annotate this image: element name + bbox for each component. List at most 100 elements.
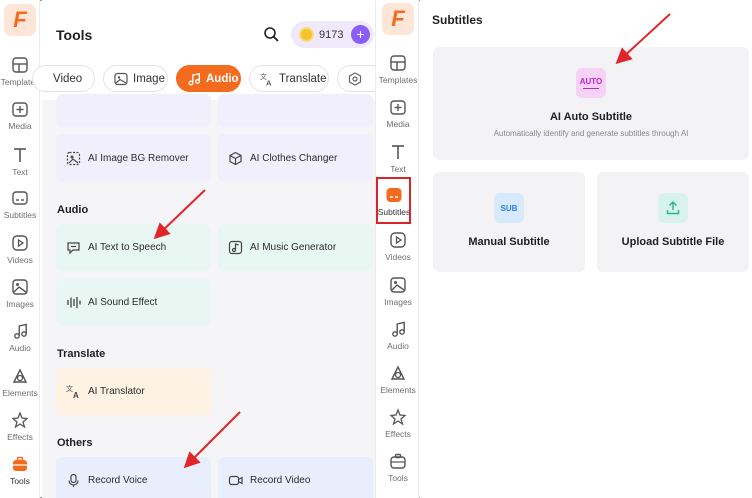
sidebar-item-label: Text xyxy=(12,167,28,177)
tab-label: Audio xyxy=(206,72,239,85)
videos-icon xyxy=(390,232,406,248)
tool-card-label: AI Text to Speech xyxy=(88,242,167,253)
subtitles-panel: Subtitles AUTO AI Auto Subtitle Automati… xyxy=(420,0,752,498)
tools-list: AI Image BG Remover AI Clothes Changer A… xyxy=(42,94,375,498)
tool-card-bg-remover[interactable]: AI Image BG Remover xyxy=(56,134,211,182)
sidebar-item-label: Templates xyxy=(378,75,418,85)
search-icon[interactable] xyxy=(263,26,279,42)
sidebar-item-audio[interactable]: Audio xyxy=(376,320,420,360)
tab-translate[interactable]: 文A Translate xyxy=(249,65,329,92)
app-logo[interactable]: F xyxy=(382,3,414,35)
tool-card-clothes-changer[interactable]: AI Clothes Changer xyxy=(218,134,373,182)
media-icon xyxy=(12,102,28,117)
tool-card-label: AI Music Generator xyxy=(250,242,337,253)
sidebar-item-elements[interactable]: Elements xyxy=(376,364,420,404)
auto-icon-text: AUTO xyxy=(579,76,603,86)
sidebar-item-label: Audio xyxy=(387,341,409,351)
sidebar-item-effects[interactable]: Effects xyxy=(0,411,40,451)
upload-icon xyxy=(658,193,688,223)
translate-icon: 文A xyxy=(66,384,79,399)
camera-icon xyxy=(228,475,243,486)
sidebar-item-label: Subtitles xyxy=(3,210,37,220)
tool-card-partial[interactable] xyxy=(56,94,211,127)
elements-icon xyxy=(12,368,28,383)
elements-icon xyxy=(390,365,406,380)
sidebar-item-label: Text xyxy=(390,164,406,174)
tools-icon xyxy=(13,456,27,471)
sidebar-item-audio[interactable]: Audio xyxy=(0,322,40,362)
upload-subtitle-card[interactable]: Upload Subtitle File xyxy=(597,172,749,272)
text-icon xyxy=(14,148,26,162)
tab-video[interactable]: Video xyxy=(32,65,95,92)
sidebar-item-label: Effects xyxy=(385,429,411,439)
tool-card-label: Record Voice xyxy=(88,475,148,486)
svg-text:A: A xyxy=(266,78,272,86)
sidebar-item-label: Media xyxy=(8,121,32,131)
auto-subtitle-icon: AUTO xyxy=(576,68,606,98)
tts-icon xyxy=(67,242,80,255)
sidebar-item-label: Effects xyxy=(7,432,33,442)
sidebar-item-subtitles[interactable]: Subtitles xyxy=(0,189,40,229)
sidebar-item-media[interactable]: Media xyxy=(0,100,40,140)
tool-card-text-to-speech[interactable]: AI Text to Speech xyxy=(56,224,211,271)
tool-card-label: AI Translator xyxy=(88,386,145,397)
sidebar-item-label: Audio xyxy=(9,343,31,353)
logo-letter: F xyxy=(13,7,27,32)
tool-card-record-video[interactable]: Record Video xyxy=(218,457,373,498)
sidebar-item-text[interactable]: Text xyxy=(0,146,40,186)
sidebar-item-effects[interactable]: Effects xyxy=(376,408,420,448)
sidebar-item-tools[interactable]: Tools xyxy=(376,452,420,492)
image-icon xyxy=(114,72,128,85)
tool-card-record-voice[interactable]: Record Voice xyxy=(56,457,211,498)
sidebar-item-images[interactable]: Images xyxy=(376,276,420,316)
sidebar-item-videos[interactable]: Videos xyxy=(376,231,420,271)
tool-card-label: AI Image BG Remover xyxy=(88,152,189,164)
text-icon xyxy=(392,145,404,159)
manual-subtitle-card[interactable]: SUB Manual Subtitle xyxy=(433,172,585,272)
translate-icon: 文A xyxy=(260,72,272,86)
subtitles-title: Subtitles xyxy=(432,13,483,27)
sidebar-item-label: Videos xyxy=(7,255,33,265)
add-credits-button[interactable]: + xyxy=(351,25,370,44)
sidebar-item-videos[interactable]: Videos xyxy=(0,234,40,274)
sidebar-item-images[interactable]: Images xyxy=(0,278,40,318)
subtitles-sidebar: F Templates Media Text Subtitles Videos … xyxy=(375,0,419,498)
credits-badge[interactable]: 9173 + xyxy=(291,21,374,48)
section-audio: Audio xyxy=(57,204,89,216)
tab-label: Video xyxy=(53,72,83,85)
svg-text:A: A xyxy=(73,391,79,399)
sidebar-item-label: Videos xyxy=(385,252,411,262)
sidebar-item-label: Images xyxy=(6,299,34,309)
media-icon xyxy=(390,100,406,115)
tab-audio[interactable]: Audio xyxy=(176,65,241,92)
templates-icon xyxy=(390,55,406,71)
sidebar-item-tools[interactable]: Tools xyxy=(0,455,40,495)
app-logo[interactable]: F xyxy=(4,4,36,36)
coin-icon xyxy=(299,27,314,42)
upload-subtitle-title: Upload Subtitle File xyxy=(621,236,725,248)
tool-card-translator[interactable]: 文A AI Translator xyxy=(56,368,211,415)
clothes-icon xyxy=(229,151,242,165)
effects-icon xyxy=(11,411,29,429)
tool-card-label: Record Video xyxy=(250,475,311,486)
videos-icon xyxy=(12,235,28,251)
section-others: Others xyxy=(57,437,93,449)
sidebar-item-label: Images xyxy=(384,297,412,307)
tool-card-label: AI Clothes Changer xyxy=(250,152,338,164)
svg-text:文: 文 xyxy=(66,384,73,393)
manual-subtitle-icon: SUB xyxy=(494,193,524,223)
tool-card-sound-effect[interactable]: AI Sound Effect xyxy=(56,279,211,326)
sidebar-item-media[interactable]: Media xyxy=(376,98,420,138)
tab-image[interactable]: Image xyxy=(103,65,168,92)
logo-letter: F xyxy=(391,6,405,31)
sidebar-item-label: Media xyxy=(386,119,410,129)
manual-icon-text: SUB xyxy=(500,203,518,213)
sidebar-item-templates[interactable]: Templates xyxy=(376,54,420,94)
ai-auto-subtitle-desc: Automatically identify and generate subt… xyxy=(493,129,689,138)
ai-auto-subtitle-card[interactable]: AUTO AI Auto Subtitle Automatically iden… xyxy=(433,47,749,160)
sidebar-item-label: Elements xyxy=(2,388,38,398)
sidebar-item-elements[interactable]: Elements xyxy=(0,367,40,407)
tool-card-partial[interactable] xyxy=(218,94,373,127)
tool-card-music-generator[interactable]: AI Music Generator xyxy=(218,224,373,271)
tab-label: Image xyxy=(133,72,165,85)
